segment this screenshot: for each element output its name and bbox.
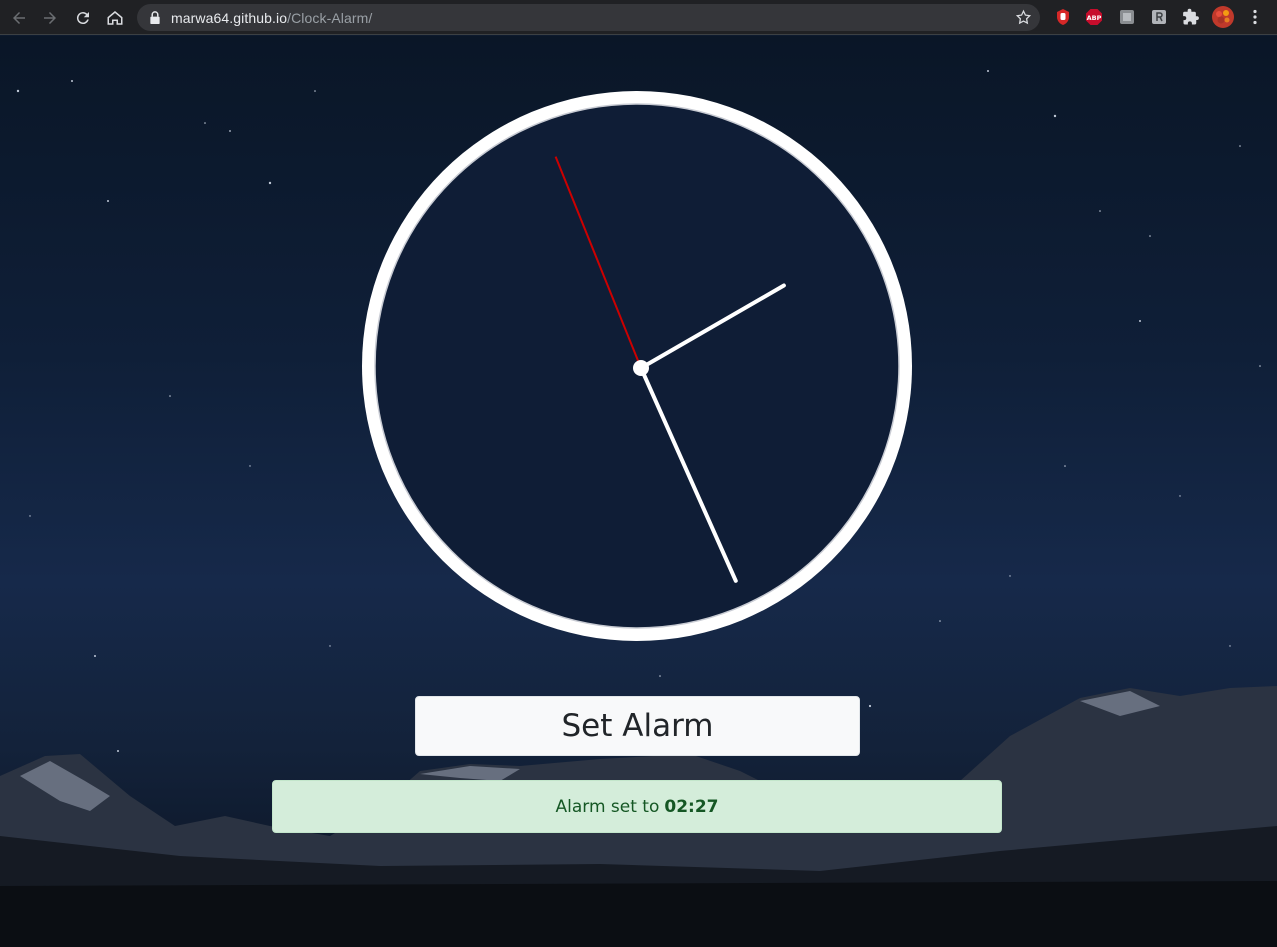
analog-clock xyxy=(362,91,912,641)
url-path: /Clock-Alarm/ xyxy=(287,10,373,26)
url-text: marwa64.github.io/Clock-Alarm/ xyxy=(171,10,372,26)
alarm-status-alert: Alarm set to 02:27 xyxy=(272,780,1002,833)
browser-toolbar: marwa64.github.io/Clock-Alarm/ ABP xyxy=(0,0,1277,35)
lock-icon xyxy=(150,11,160,24)
address-bar[interactable]: marwa64.github.io/Clock-Alarm/ xyxy=(137,4,1040,31)
extension-icon[interactable] xyxy=(1118,8,1136,26)
url-host: marwa64.github.io xyxy=(171,10,288,26)
puzzle-icon[interactable] xyxy=(1182,8,1200,26)
clock-center-pin xyxy=(633,360,649,376)
home-icon[interactable] xyxy=(103,6,127,30)
page: Set Alarm Alarm set to 02:27 xyxy=(0,36,1277,947)
back-icon[interactable] xyxy=(7,6,31,30)
forward-icon[interactable] xyxy=(38,6,62,30)
set-alarm-button[interactable]: Set Alarm xyxy=(415,696,860,756)
bookmark-star-icon[interactable] xyxy=(1015,9,1032,26)
alarm-message-prefix: Alarm set to xyxy=(555,796,660,817)
alarm-time: 02:27 xyxy=(664,796,719,817)
reload-icon[interactable] xyxy=(71,6,95,30)
set-alarm-label: Set Alarm xyxy=(561,708,714,744)
stop-hand-icon[interactable] xyxy=(1054,8,1072,26)
adblock-label: ABP xyxy=(1087,14,1102,22)
avatar-icon[interactable] xyxy=(1211,5,1235,29)
extension-r-icon[interactable] xyxy=(1150,8,1168,26)
adblock-plus-icon[interactable]: ABP xyxy=(1085,8,1103,26)
menu-kebab-icon[interactable] xyxy=(1246,8,1264,26)
